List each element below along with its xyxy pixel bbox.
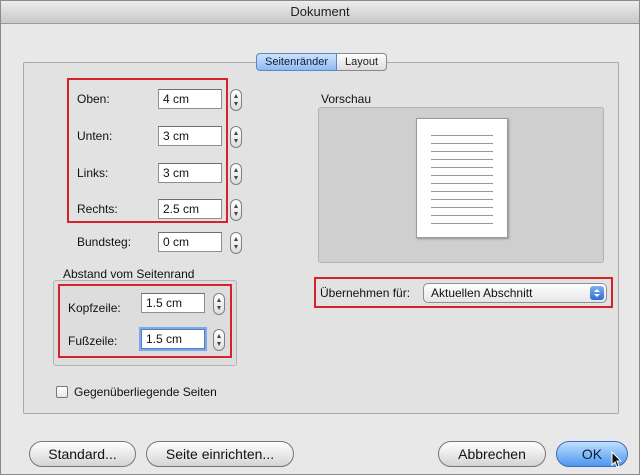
tab-layout[interactable]: Layout xyxy=(337,53,388,71)
right-margin-stepper[interactable] xyxy=(230,199,242,221)
margins-highlight-box xyxy=(67,78,228,223)
tab-margins[interactable]: Seitenränder xyxy=(256,53,337,71)
window-title: Dokument xyxy=(1,1,639,24)
gutter-stepper[interactable] xyxy=(230,232,242,254)
page-setup-button[interactable]: Seite einrichten... xyxy=(146,441,294,467)
preview-area xyxy=(318,107,604,263)
edge-distance-highlight-box xyxy=(58,284,232,358)
preview-label: Vorschau xyxy=(321,92,372,106)
tab-bar: Seitenränder Layout xyxy=(256,53,388,71)
page-preview xyxy=(416,118,508,238)
cancel-button[interactable]: Abbrechen xyxy=(438,441,546,467)
document-dialog: Dokument Seitenränder Layout Oben: 4 cm … xyxy=(0,0,640,475)
edge-distance-title: Abstand vom Seitenrand xyxy=(63,267,195,281)
standard-button[interactable]: Standard... xyxy=(29,441,136,467)
top-margin-stepper[interactable] xyxy=(230,89,242,111)
gutter-label: Bundsteg: xyxy=(77,235,132,249)
left-margin-stepper[interactable] xyxy=(230,163,242,185)
mouse-pointer-icon xyxy=(611,451,623,468)
gutter-field[interactable]: 0 cm xyxy=(158,232,222,252)
apply-to-highlight-box xyxy=(314,277,613,308)
mirror-margins-checkbox[interactable] xyxy=(56,386,68,398)
mirror-margins-label: Gegenüberliegende Seiten xyxy=(74,385,217,399)
bottom-margin-stepper[interactable] xyxy=(230,126,242,148)
